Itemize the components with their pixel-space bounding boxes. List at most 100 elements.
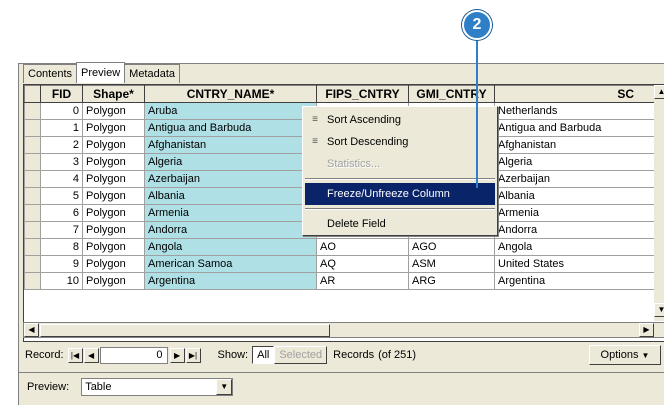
menu-item-delete-field[interactable]: Delete Field: [303, 213, 497, 235]
cell-sovereign[interactable]: Andorra: [494, 221, 655, 239]
first-record-icon[interactable]: |◀: [67, 347, 83, 363]
cell-sovereign[interactable]: United States: [494, 255, 655, 273]
options-button[interactable]: Options ▼: [589, 345, 661, 365]
horizontal-scroll-thumb[interactable]: [40, 324, 330, 337]
cell-fid[interactable]: 8: [40, 238, 83, 256]
row-selector-header[interactable]: [24, 85, 41, 103]
scroll-down-icon[interactable]: ▼: [654, 303, 664, 317]
last-record-icon[interactable]: ▶|: [185, 347, 201, 363]
cell-cntry-name[interactable]: Andorra: [144, 221, 317, 239]
cell-cntry-name[interactable]: Aruba: [144, 102, 317, 120]
cell-shape[interactable]: Polygon: [82, 221, 145, 239]
cell-sovereign[interactable]: Algeria: [494, 153, 655, 171]
preview-mode-select[interactable]: Table ▼: [81, 377, 234, 396]
cell-fid[interactable]: 3: [40, 153, 83, 171]
scroll-up-icon[interactable]: ▲: [654, 85, 664, 99]
previous-record-icon[interactable]: ◀: [83, 347, 99, 363]
cell-shape[interactable]: Polygon: [82, 102, 145, 120]
row-selector[interactable]: [24, 136, 41, 154]
show-label: Show:: [217, 349, 249, 361]
menu-item-sort-ascending[interactable]: ≡ Sort Ascending: [303, 109, 497, 131]
cell-shape[interactable]: Polygon: [82, 153, 145, 171]
row-selector[interactable]: [24, 153, 41, 171]
menu-item-sort-descending[interactable]: ≡ Sort Descending: [303, 131, 497, 153]
column-header-fips-cntry[interactable]: FIPS_CNTRY: [316, 85, 409, 103]
next-record-icon[interactable]: ▶: [169, 347, 185, 363]
cell-sovereign[interactable]: Azerbaijan: [494, 170, 655, 188]
column-header-shape[interactable]: Shape*: [82, 85, 145, 103]
row-selector[interactable]: [24, 255, 41, 273]
preview-label: Preview:: [27, 380, 70, 393]
row-selector[interactable]: [24, 119, 41, 137]
cell-shape[interactable]: Polygon: [82, 170, 145, 188]
cell-shape[interactable]: Polygon: [82, 119, 145, 137]
row-selector[interactable]: [24, 102, 41, 120]
column-header-cntry-name[interactable]: CNTRY_NAME*: [144, 85, 317, 103]
cell-fid[interactable]: 5: [40, 187, 83, 205]
cell-fid[interactable]: 9: [40, 255, 83, 273]
cell-sovereign[interactable]: Argentina: [494, 272, 655, 290]
cell-fips-cntry[interactable]: AQ: [316, 255, 409, 273]
cell-shape[interactable]: Polygon: [82, 204, 145, 222]
record-number-input[interactable]: 0: [99, 346, 168, 364]
menu-item-freeze-unfreeze-column[interactable]: Freeze/Unfreeze Column: [305, 183, 495, 205]
cell-cntry-name[interactable]: Azerbaijan: [144, 170, 317, 188]
cell-fid[interactable]: 7: [40, 221, 83, 239]
column-header-fid[interactable]: FID: [40, 85, 83, 103]
row-selector[interactable]: [24, 221, 41, 239]
scroll-left-icon[interactable]: ◀: [24, 323, 39, 337]
record-navigation-bar: Record: |◀ ◀ 0 ▶ ▶| Show: All Selected R…: [25, 344, 664, 366]
vertical-scrollbar[interactable]: ▲ ▼: [654, 85, 664, 321]
chevron-down-icon[interactable]: ▼: [216, 378, 233, 395]
cell-fid[interactable]: 4: [40, 170, 83, 188]
row-selector[interactable]: [24, 238, 41, 256]
cell-fid[interactable]: 1: [40, 119, 83, 137]
scroll-right-icon[interactable]: ▶: [639, 323, 654, 337]
row-selector[interactable]: [24, 187, 41, 205]
cell-shape[interactable]: Polygon: [82, 238, 145, 256]
cell-fid[interactable]: 2: [40, 136, 83, 154]
tab-contents[interactable]: Contents: [23, 64, 78, 83]
cell-shape[interactable]: Polygon: [82, 272, 145, 290]
cell-fid[interactable]: 6: [40, 204, 83, 222]
cell-gmi-cntry[interactable]: ARG: [408, 272, 495, 290]
cell-fid[interactable]: 10: [40, 272, 83, 290]
cell-sovereign[interactable]: Albania: [494, 187, 655, 205]
cell-cntry-name[interactable]: Algeria: [144, 153, 317, 171]
show-all-button[interactable]: All: [252, 346, 275, 364]
records-label: Records: [333, 349, 375, 361]
cell-cntry-name[interactable]: Armenia: [144, 204, 317, 222]
cell-shape[interactable]: Polygon: [82, 136, 145, 154]
menu-item-label: Statistics...: [327, 158, 381, 170]
cell-sovereign[interactable]: Armenia: [494, 204, 655, 222]
column-header-gmi-cntry[interactable]: GMI_CNTRY: [408, 85, 495, 103]
row-selector[interactable]: [24, 170, 41, 188]
table-row[interactable]: 10 Polygon Argentina AR ARG Argentina: [24, 272, 655, 290]
column-header-sovereign[interactable]: SC: [494, 85, 655, 103]
cell-fid[interactable]: 0: [40, 102, 83, 120]
cell-sovereign[interactable]: Angola: [494, 238, 655, 256]
cell-fips-cntry[interactable]: AR: [316, 272, 409, 290]
horizontal-scrollbar[interactable]: ◀ ▶: [23, 322, 664, 338]
table-row[interactable]: 8 Polygon Angola AO AGO Angola: [24, 238, 655, 256]
cell-gmi-cntry[interactable]: ASM: [408, 255, 495, 273]
cell-shape[interactable]: Polygon: [82, 255, 145, 273]
cell-cntry-name[interactable]: Angola: [144, 238, 317, 256]
cell-cntry-name[interactable]: Albania: [144, 187, 317, 205]
cell-fips-cntry[interactable]: AO: [316, 238, 409, 256]
cell-sovereign[interactable]: Afghanistan: [494, 136, 655, 154]
cell-shape[interactable]: Polygon: [82, 187, 145, 205]
table-row[interactable]: 9 Polygon American Samoa AQ ASM United States: [24, 255, 655, 273]
cell-cntry-name[interactable]: Afghanistan: [144, 136, 317, 154]
cell-cntry-name[interactable]: Antigua and Barbuda: [144, 119, 317, 137]
cell-sovereign[interactable]: Netherlands: [494, 102, 655, 120]
cell-cntry-name[interactable]: American Samoa: [144, 255, 317, 273]
cell-gmi-cntry[interactable]: AGO: [408, 238, 495, 256]
tab-metadata[interactable]: Metadata: [124, 64, 181, 83]
row-selector[interactable]: [24, 204, 41, 222]
cell-cntry-name[interactable]: Argentina: [144, 272, 317, 290]
tab-preview[interactable]: Preview: [76, 62, 126, 83]
row-selector[interactable]: [24, 272, 41, 290]
show-selected-button[interactable]: Selected: [274, 346, 328, 364]
cell-sovereign[interactable]: Antigua and Barbuda: [494, 119, 655, 137]
